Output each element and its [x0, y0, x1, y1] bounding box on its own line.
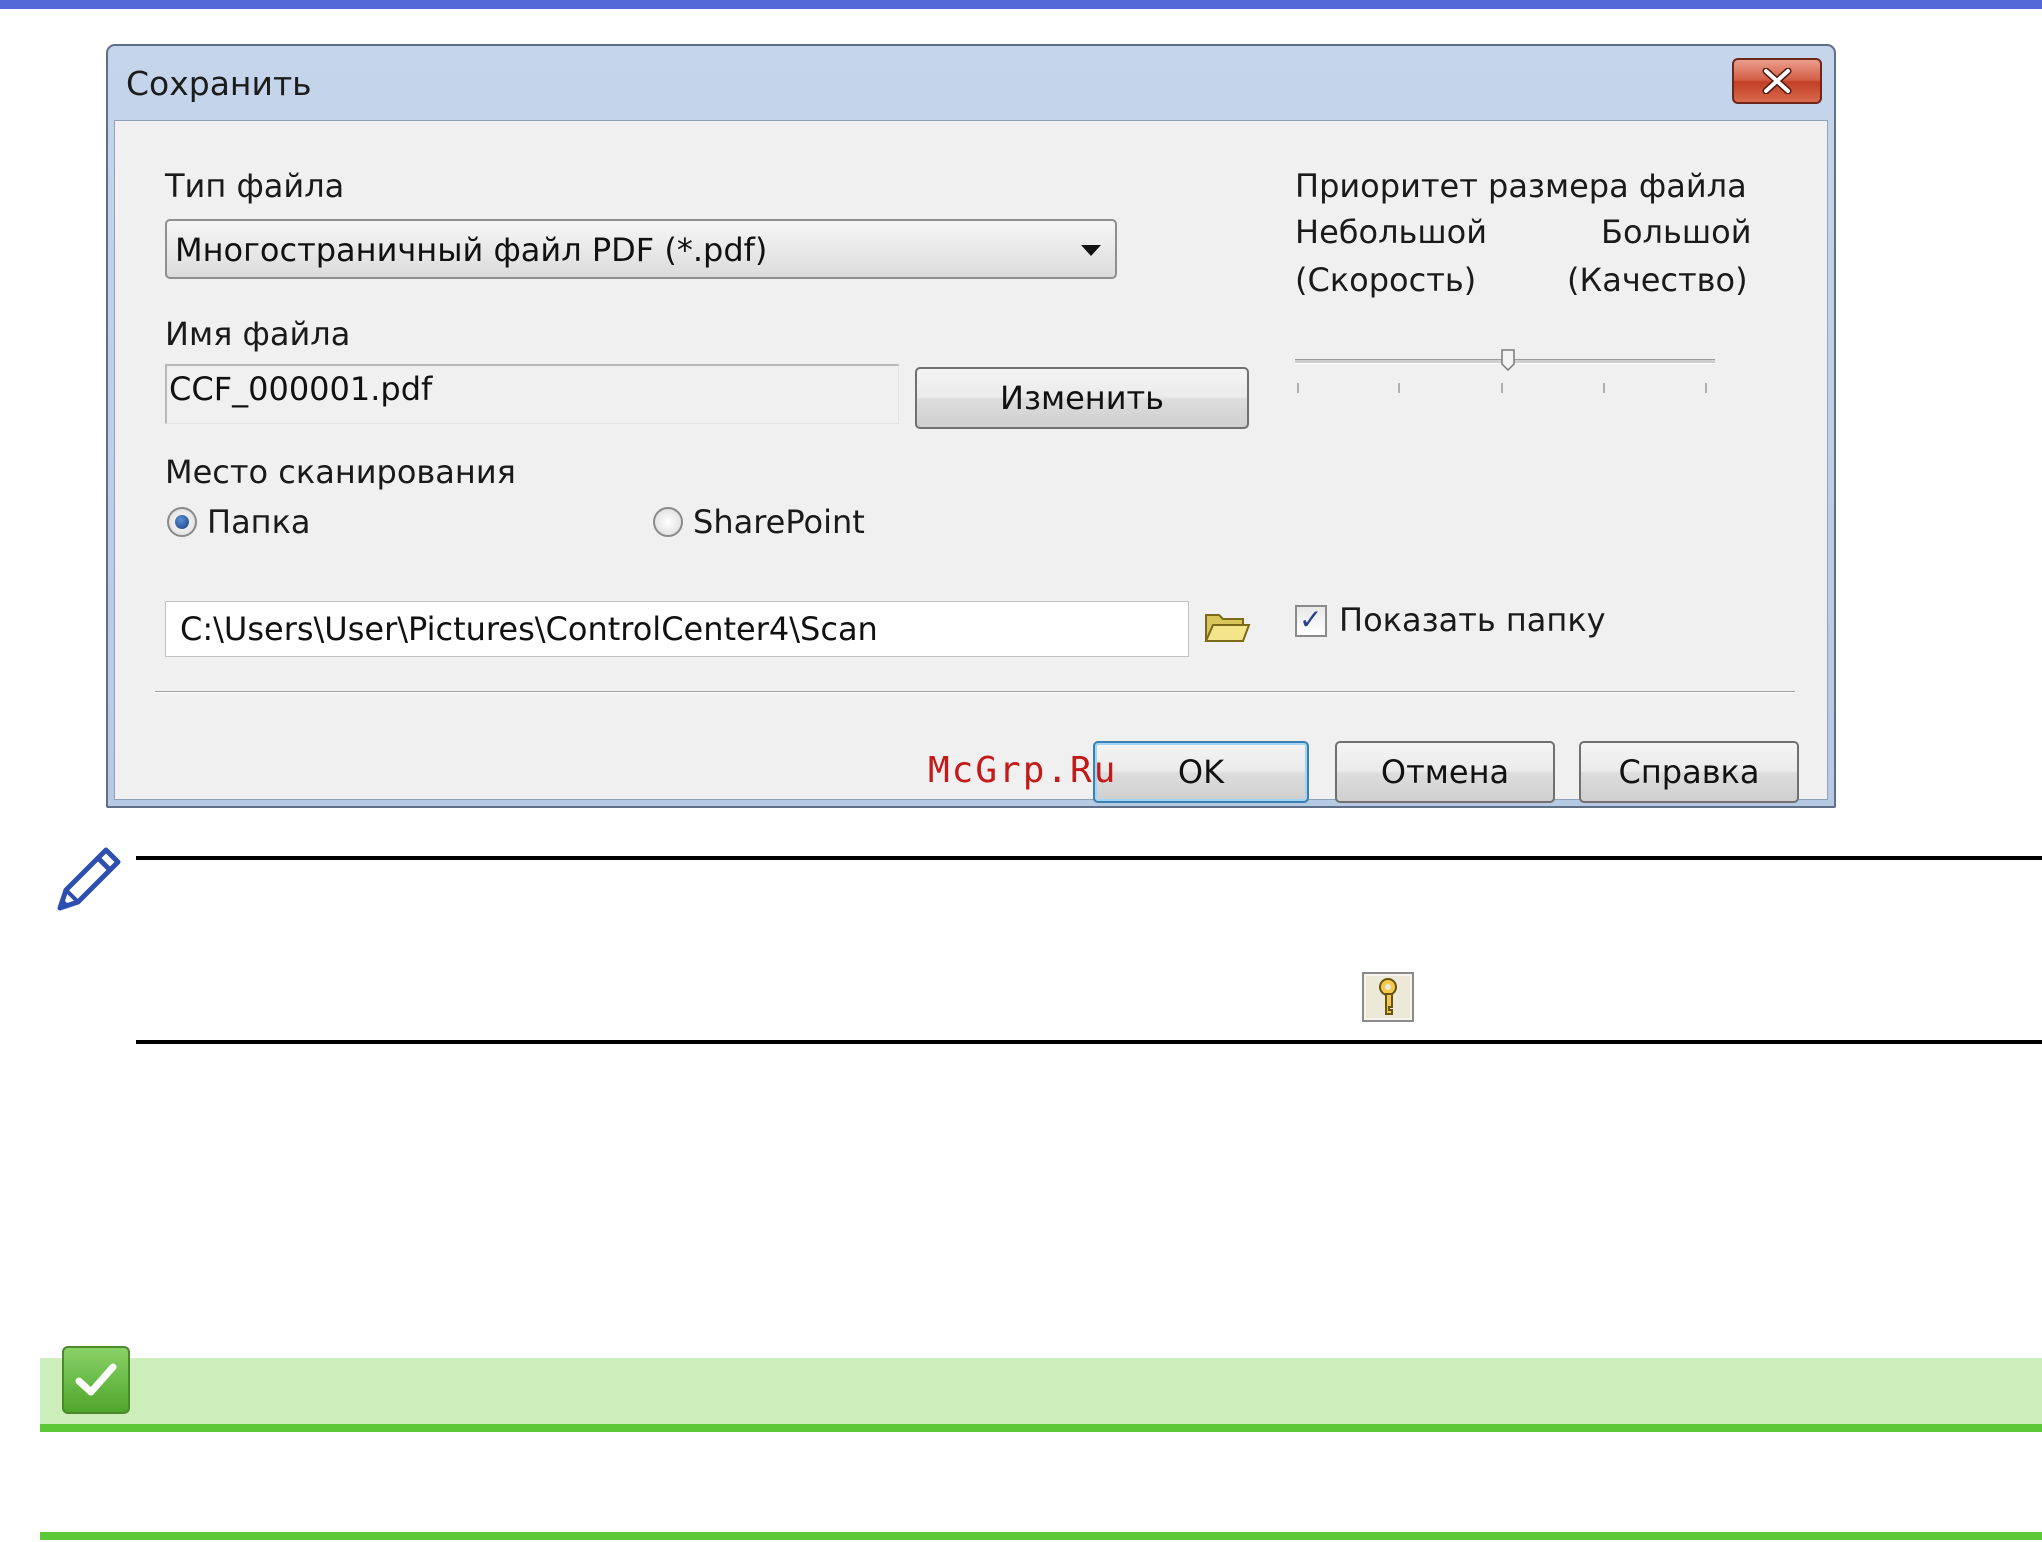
- dialog-title: Сохранить: [126, 64, 312, 103]
- scan-path-input[interactable]: C:\Users\User\Pictures\ControlCenter4\Sc…: [165, 601, 1189, 657]
- change-button[interactable]: Изменить: [915, 367, 1249, 429]
- slider-tick: [1705, 383, 1707, 393]
- file-type-label: Тип файла: [165, 167, 345, 205]
- chevron-down-icon: [1081, 245, 1101, 256]
- related-info-band: [40, 1358, 2042, 1428]
- help-button[interactable]: Справка: [1579, 741, 1799, 803]
- size-small-sublabel: (Скорость): [1295, 261, 1477, 299]
- show-folder-label[interactable]: Показать папку: [1339, 601, 1606, 639]
- slider-tick: [1398, 383, 1400, 393]
- size-large-label: Большой: [1601, 213, 1752, 251]
- dialog-content: Тип файла Многостраничный файл PDF (*.pd…: [114, 120, 1828, 803]
- sharepoint-radio[interactable]: [653, 507, 683, 537]
- file-type-dropdown[interactable]: Многостраничный файл PDF (*.pdf): [165, 219, 1117, 279]
- cancel-button[interactable]: Отмена: [1335, 741, 1555, 803]
- header-bar: [0, 0, 2042, 9]
- slider-tick: [1603, 383, 1605, 393]
- file-type-value: Многостраничный файл PDF (*.pdf): [175, 231, 768, 269]
- folder-browse-icon[interactable]: [1203, 607, 1251, 647]
- file-name-label: Имя файла: [165, 315, 351, 353]
- close-button[interactable]: [1732, 58, 1822, 104]
- close-icon: [1762, 68, 1792, 94]
- save-dialog: Сохранить Тип файла Многостраничный файл…: [106, 44, 1836, 808]
- related-info-line-bottom: [40, 1532, 2042, 1540]
- scan-path-value: C:\Users\User\Pictures\ControlCenter4\Sc…: [180, 610, 878, 648]
- related-info-line-top: [40, 1424, 2042, 1432]
- slider-tick: [1501, 383, 1503, 393]
- sharepoint-radio-label[interactable]: SharePoint: [693, 503, 865, 541]
- checkmark-icon: ✓: [1299, 603, 1323, 636]
- size-large-sublabel: (Качество): [1567, 261, 1748, 299]
- size-priority-label: Приоритет размера файла: [1295, 167, 1747, 205]
- check-glyph-icon: [75, 1363, 117, 1396]
- watermark: McGrp.Ru: [928, 750, 1118, 791]
- key-icon: [1362, 972, 1414, 1022]
- note-divider-bottom: [136, 1040, 2042, 1044]
- folder-radio-label[interactable]: Папка: [207, 503, 311, 541]
- scan-location-label: Место сканирования: [165, 453, 516, 491]
- dialog-titlebar[interactable]: Сохранить: [108, 46, 1834, 120]
- file-name-value: CCF_000001.pdf: [169, 370, 433, 408]
- file-name-field: CCF_000001.pdf: [165, 364, 899, 424]
- ok-button[interactable]: OK: [1093, 741, 1309, 803]
- note-divider-top: [136, 856, 2042, 860]
- checkmark-icon: [62, 1346, 130, 1414]
- size-small-label: Небольшой: [1295, 213, 1488, 251]
- slider-tick: [1297, 383, 1299, 393]
- dialog-separator: [155, 691, 1795, 693]
- folder-radio[interactable]: [167, 507, 197, 537]
- slider-thumb[interactable]: [1501, 349, 1515, 371]
- pencil-icon: [57, 847, 121, 911]
- show-folder-checkbox[interactable]: ✓: [1295, 603, 1327, 637]
